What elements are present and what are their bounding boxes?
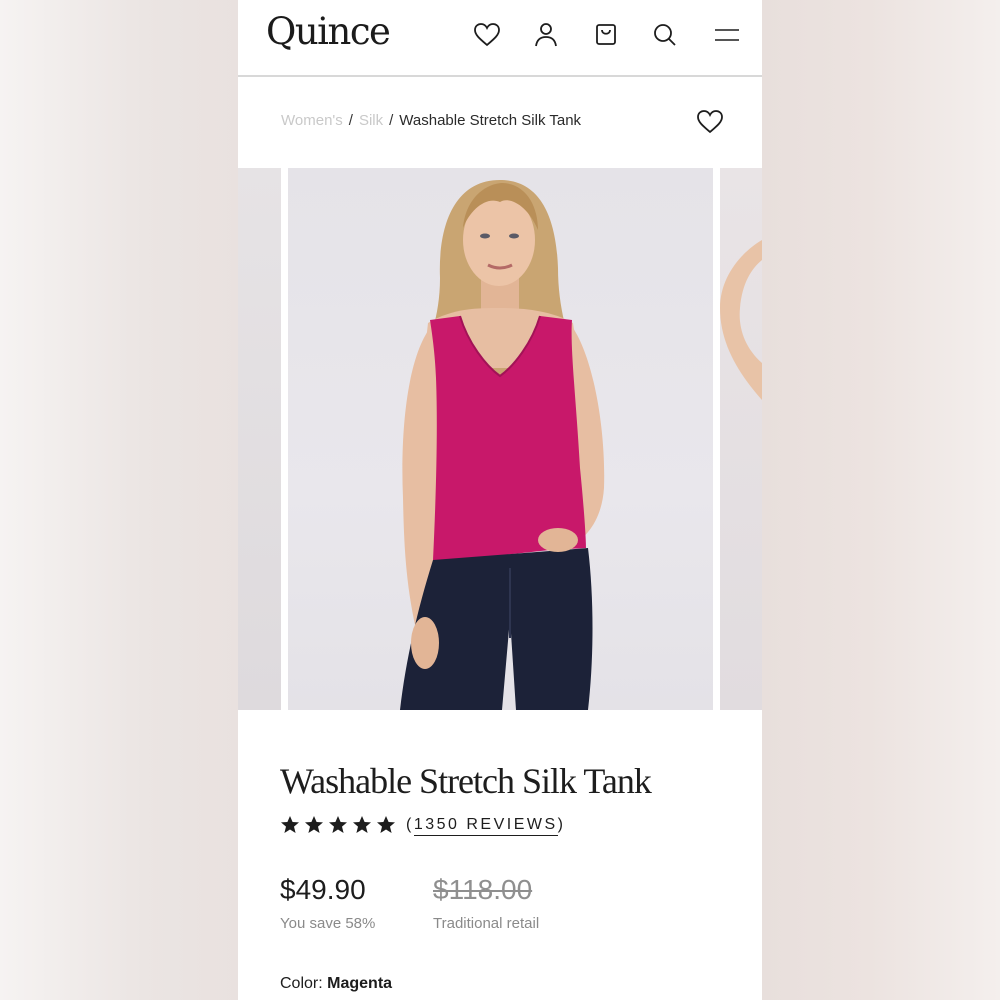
account-icon[interactable] xyxy=(531,20,561,50)
wishlist-heart-icon[interactable] xyxy=(695,107,725,137)
site-header: Quince xyxy=(238,0,762,77)
background-blur-right xyxy=(762,0,1000,1000)
bag-icon[interactable] xyxy=(591,20,621,50)
reviews-link[interactable]: (1350 REVIEWS) xyxy=(406,816,566,836)
breadcrumb-silk[interactable]: Silk xyxy=(359,112,383,129)
star-icon xyxy=(377,816,395,833)
sale-price: $49.90 xyxy=(280,874,366,905)
search-icon[interactable] xyxy=(650,20,680,50)
carousel-previous-image[interactable] xyxy=(238,168,281,710)
savings-text: You save 58% xyxy=(280,915,376,932)
breadcrumb: Women's / Silk / Washable Stretch Silk Tank xyxy=(281,112,581,129)
menu-icon[interactable] xyxy=(712,20,742,50)
breadcrumb-separator: / xyxy=(389,112,394,129)
retail-label: Traditional retail xyxy=(433,915,540,932)
star-icon xyxy=(353,816,371,833)
product-image-carousel[interactable] xyxy=(238,168,762,710)
color-label: Color: xyxy=(280,975,323,992)
reviews-open-paren: ( xyxy=(406,816,414,833)
product-rating: (1350 REVIEWS) xyxy=(280,815,566,836)
star-icon xyxy=(305,816,323,833)
breadcrumb-womens[interactable]: Women's xyxy=(281,112,343,129)
breadcrumb-current: Washable Stretch Silk Tank xyxy=(399,112,582,129)
retail-price: $118.00 xyxy=(433,874,533,905)
color-selection: Color: Magenta xyxy=(280,975,392,993)
product-title: Washable Stretch Silk Tank xyxy=(280,761,652,801)
heart-icon[interactable] xyxy=(472,20,502,50)
star-icon xyxy=(281,816,299,833)
quince-logo[interactable]: Quince xyxy=(266,10,391,53)
reviews-count[interactable]: 1350 REVIEWS xyxy=(413,816,558,836)
product-page: Quince Women's / Silk / Washable Stretch Sil… xyxy=(238,0,762,1000)
reviews-close-paren: ) xyxy=(557,816,566,833)
star-icon xyxy=(329,816,347,833)
carousel-next-image[interactable] xyxy=(720,168,762,710)
background-blur-left xyxy=(0,0,238,1000)
color-value: Magenta xyxy=(327,975,393,992)
product-image-main[interactable] xyxy=(288,168,713,710)
breadcrumb-separator: / xyxy=(348,112,353,129)
